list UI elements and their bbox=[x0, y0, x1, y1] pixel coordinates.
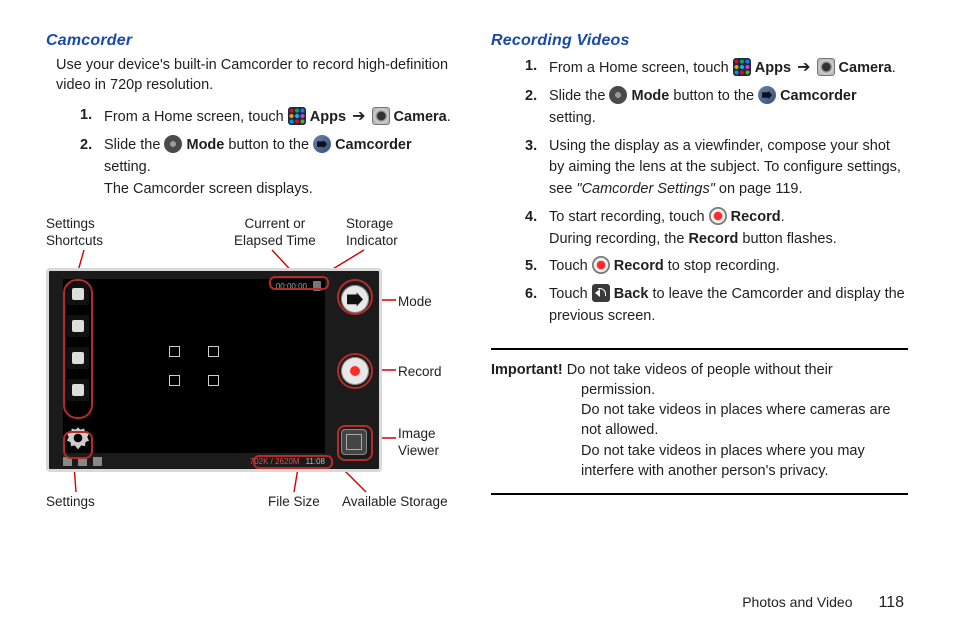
rv2-c: setting. bbox=[549, 110, 596, 126]
apps-label: Apps bbox=[755, 60, 791, 76]
record-button bbox=[341, 357, 369, 385]
camera-label: Camera bbox=[839, 60, 892, 76]
camcorder-label: Camcorder bbox=[335, 137, 412, 153]
important-lead: Important! bbox=[491, 362, 563, 378]
mode-label: Mode bbox=[187, 137, 225, 153]
record-label: Record bbox=[688, 231, 738, 247]
gear-icon bbox=[67, 427, 89, 449]
rv-step-3: 3. Using the display as a viewfinder, co… bbox=[525, 136, 908, 207]
heading-recording: Recording Videos bbox=[491, 32, 908, 50]
clock-value: 11:08 bbox=[306, 457, 325, 466]
record-label: Record bbox=[614, 258, 664, 274]
camera-label: Camera bbox=[394, 109, 447, 125]
shortcut-icon bbox=[67, 315, 89, 337]
important-line3: Do not take videos in places where you m… bbox=[491, 441, 908, 482]
camera-icon bbox=[817, 58, 835, 76]
camcorder-settings-ref: "Camcorder Settings" bbox=[576, 181, 714, 197]
mode-icon bbox=[164, 135, 182, 153]
shortcut-icon bbox=[67, 379, 89, 401]
right-column: Recording Videos 1. From a Home screen, … bbox=[491, 30, 908, 536]
record-label: Record bbox=[731, 209, 781, 225]
back-icon bbox=[592, 284, 610, 302]
arrow-icon: ➔ bbox=[350, 105, 367, 129]
left-column: Camcorder Use your device's built-in Cam… bbox=[46, 30, 463, 536]
page-number: 118 bbox=[878, 594, 904, 612]
camcorder-icon bbox=[758, 86, 776, 104]
sys-icons bbox=[63, 457, 102, 466]
rv2-a: Slide the bbox=[549, 88, 605, 104]
rv4-c: button flashes. bbox=[738, 231, 836, 247]
step2-text-d: The Camcorder screen displays. bbox=[104, 181, 313, 197]
rv-step-1: 1. From a Home screen, touch Apps ➔ Came… bbox=[525, 56, 908, 86]
image-viewer-button bbox=[341, 429, 367, 455]
rv-step-4: 4. To start recording, touch Record. Dur… bbox=[525, 207, 908, 257]
mode-button bbox=[341, 285, 369, 313]
shortcut-icon bbox=[67, 283, 89, 305]
rv-step-2: 2. Slide the Mode button to the Camcorde… bbox=[525, 86, 908, 136]
arrow-icon: ➔ bbox=[795, 56, 812, 80]
camcorder-steps: 1. From a Home screen, touch Apps ➔ Came… bbox=[80, 105, 463, 206]
rv2-b: button to the bbox=[673, 88, 754, 104]
device-frame: 00:00:00 702K / 2620M 11:0 bbox=[46, 268, 382, 472]
sdcard-icon bbox=[313, 281, 321, 291]
rv5-a: Touch bbox=[549, 258, 588, 274]
camcorder-icon bbox=[313, 135, 331, 153]
rv1-a: From a Home screen, touch bbox=[549, 60, 729, 76]
camera-icon bbox=[372, 107, 390, 125]
shortcut-icon bbox=[67, 347, 89, 369]
elapsed-time-value: 00:00:00 bbox=[276, 282, 307, 291]
step-1: 1. From a Home screen, touch Apps ➔ Came… bbox=[80, 105, 463, 135]
rv4-b: During recording, the bbox=[549, 231, 688, 247]
right-button-column bbox=[341, 285, 369, 455]
apps-icon bbox=[288, 107, 306, 125]
important-note: Important! Do not take videos of people … bbox=[491, 348, 908, 496]
shortcut-column bbox=[67, 283, 89, 401]
step2-text-c: setting. bbox=[104, 159, 151, 175]
apps-icon bbox=[733, 58, 751, 76]
focus-brackets bbox=[169, 346, 219, 386]
important-line2: Do not take videos in places where camer… bbox=[491, 400, 908, 441]
rv5-b: to stop recording. bbox=[664, 258, 780, 274]
step2-text-a: Slide the bbox=[104, 137, 160, 153]
rv-step-6: 6. Touch Back to leave the Camcorder and… bbox=[525, 284, 908, 334]
page-footer: Photos and Video 118 bbox=[742, 594, 904, 612]
viewfinder: 00:00:00 bbox=[63, 279, 325, 453]
camcorder-label: Camcorder bbox=[780, 88, 857, 104]
viewfinder-topbar: 00:00:00 bbox=[272, 279, 325, 293]
important-line1: Do not take videos of people without the… bbox=[567, 362, 833, 398]
mode-icon bbox=[609, 86, 627, 104]
record-icon bbox=[709, 207, 727, 225]
mode-label: Mode bbox=[632, 88, 670, 104]
step-2: 2. Slide the Mode button to the Camcorde… bbox=[80, 135, 463, 206]
back-label: Back bbox=[614, 286, 649, 302]
footer-section: Photos and Video bbox=[742, 594, 852, 610]
rv-step-5: 5. Touch Record to stop recording. bbox=[525, 256, 908, 284]
step2-text-b: button to the bbox=[228, 137, 309, 153]
apps-label: Apps bbox=[310, 109, 346, 125]
record-icon bbox=[592, 256, 610, 274]
rv4-a: To start recording, touch bbox=[549, 209, 705, 225]
step1-text-a: From a Home screen, touch bbox=[104, 109, 284, 125]
status-bar: 702K / 2620M 11:08 bbox=[63, 455, 325, 467]
recording-steps: 1. From a Home screen, touch Apps ➔ Came… bbox=[525, 56, 908, 334]
filesize-value: 702K / 2620M bbox=[250, 457, 300, 466]
camcorder-lead: Use your device's built-in Camcorder to … bbox=[56, 56, 463, 95]
rv6-a: Touch bbox=[549, 286, 588, 302]
rv3-tail: on page 119. bbox=[715, 181, 803, 197]
camcorder-diagram: Settings Shortcuts Current or Elapsed Ti… bbox=[46, 216, 466, 536]
heading-camcorder: Camcorder bbox=[46, 32, 463, 50]
